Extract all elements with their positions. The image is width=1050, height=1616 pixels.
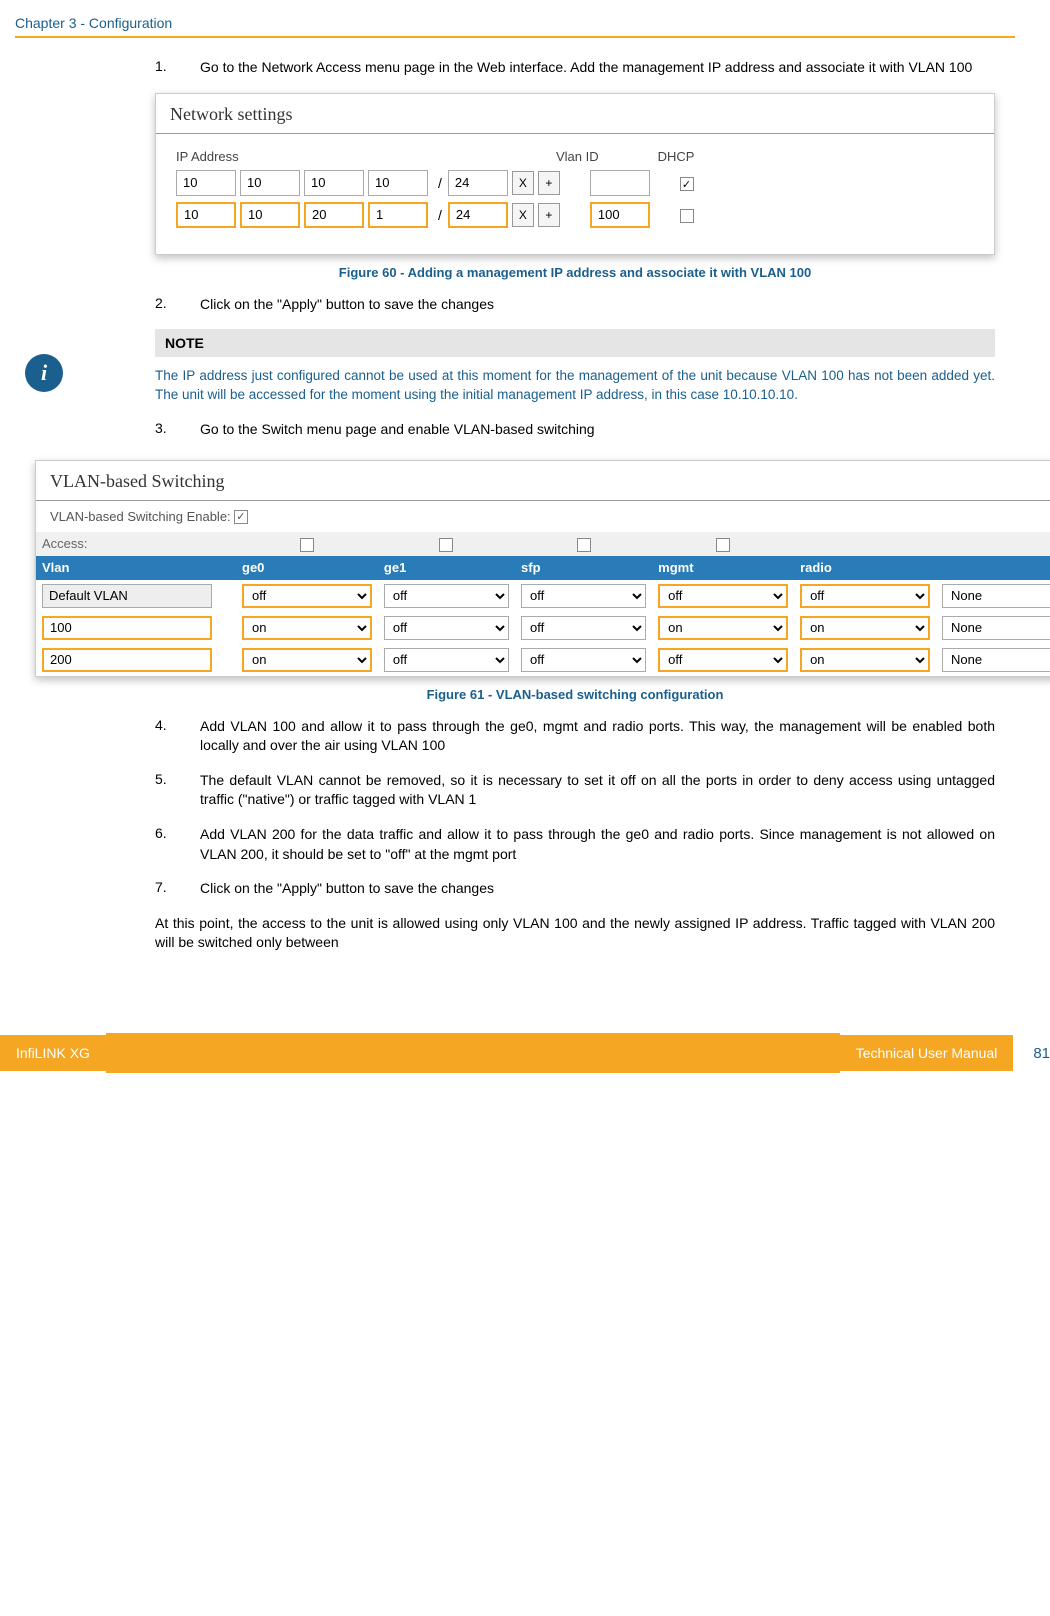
step-2-num: 2.: [155, 295, 200, 315]
step-1-text: Go to the Network Access menu page in th…: [200, 58, 995, 78]
vlan-mgmt-select[interactable]: on: [658, 616, 788, 640]
mask-slash: /: [438, 207, 442, 223]
step-5-num: 5.: [155, 771, 200, 810]
vlan-sfp-select[interactable]: off: [521, 584, 646, 608]
vlan-enable-label: VLAN-based Switching Enable:: [50, 509, 231, 524]
network-settings-title: Network settings: [156, 94, 994, 134]
access-label: Access:: [36, 532, 236, 556]
add-row-button[interactable]: +: [538, 203, 560, 227]
ip-octet-2[interactable]: [240, 170, 300, 196]
ip-address-label: IP Address: [176, 149, 556, 164]
ip-octet-3[interactable]: [304, 170, 364, 196]
access-mgmt-checkbox[interactable]: [716, 538, 730, 552]
vlan-ge0-select[interactable]: on: [242, 616, 372, 640]
remove-row-button[interactable]: X: [512, 203, 534, 227]
step-5-text: The default VLAN cannot be removed, so i…: [200, 771, 995, 810]
vlan-ge1-select[interactable]: off: [384, 584, 509, 608]
note-text: The IP address just configured cannot be…: [155, 357, 995, 405]
vlan-enable-checkbox[interactable]: [234, 510, 248, 524]
dhcp-checkbox[interactable]: [680, 209, 694, 223]
add-row-button[interactable]: +: [538, 171, 560, 195]
figure-61-caption: Figure 61 - VLAN-based switching configu…: [155, 687, 995, 702]
vlan-ge0-select[interactable]: on: [242, 648, 372, 672]
vlan-id-input[interactable]: [590, 170, 650, 196]
step-4-num: 4.: [155, 717, 200, 756]
col-vlan: Vlan: [36, 556, 236, 580]
network-settings-panel: Network settings IP Address Vlan ID DHCP…: [155, 93, 995, 255]
ip-octet-4[interactable]: [368, 202, 428, 228]
figure-60-caption: Figure 60 - Adding a management IP addre…: [155, 265, 995, 280]
access-ge1-checkbox[interactable]: [439, 538, 453, 552]
closing-paragraph: At this point, the access to the unit is…: [155, 914, 995, 953]
step-7-text: Click on the "Apply" button to save the …: [200, 879, 995, 899]
ip-octet-1[interactable]: [176, 170, 236, 196]
footer-doc-title: Technical User Manual: [840, 1035, 1014, 1071]
header-rule: [15, 36, 1015, 38]
ip-octet-1[interactable]: [176, 202, 236, 228]
vlan-priority-select[interactable]: None: [942, 584, 1050, 608]
step-2-text: Click on the "Apply" button to save the …: [200, 295, 995, 315]
vlan-ge1-select[interactable]: off: [384, 616, 509, 640]
vlan-name-input[interactable]: [42, 584, 212, 608]
ip-octet-2[interactable]: [240, 202, 300, 228]
step-1-num: 1.: [155, 58, 200, 78]
dhcp-checkbox[interactable]: [680, 177, 694, 191]
note-title: NOTE: [155, 329, 995, 357]
chapter-title: Chapter 3 - Configuration: [15, 15, 1015, 31]
step-6-text: Add VLAN 200 for the data traffic and al…: [200, 825, 995, 864]
vlan-panel-title: VLAN-based Switching: [36, 461, 1050, 501]
vlan-mgmt-select[interactable]: off: [658, 648, 788, 672]
vlan-mgmt-select[interactable]: off: [658, 584, 788, 608]
col-sfp: sfp: [515, 556, 652, 580]
info-icon: i: [25, 354, 63, 392]
col-ge0: ge0: [236, 556, 378, 580]
mask-slash: /: [438, 175, 442, 191]
access-sfp-checkbox[interactable]: [577, 538, 591, 552]
mask-input[interactable]: [448, 170, 508, 196]
col-mgmt: mgmt: [652, 556, 794, 580]
mask-input[interactable]: [448, 202, 508, 228]
remove-row-button[interactable]: X: [512, 171, 534, 195]
col-ge1: ge1: [378, 556, 515, 580]
page-number: 81: [1033, 1045, 1050, 1062]
access-ge0-checkbox[interactable]: [300, 538, 314, 552]
vlan-ge1-select[interactable]: off: [384, 648, 509, 672]
dhcp-label: DHCP: [646, 149, 706, 164]
step-3-text: Go to the Switch menu page and enable VL…: [200, 420, 995, 440]
vlan-id-input[interactable]: [590, 202, 650, 228]
vlan-radio-select[interactable]: on: [800, 648, 930, 672]
page-footer: InfiLINK XG Technical User Manual 81: [0, 1033, 1050, 1073]
step-4-text: Add VLAN 100 and allow it to pass throug…: [200, 717, 995, 756]
vlan-sfp-select[interactable]: off: [521, 616, 646, 640]
vlan-id-label: Vlan ID: [556, 149, 646, 164]
step-7-num: 7.: [155, 879, 200, 899]
vlan-ge0-select[interactable]: off: [242, 584, 372, 608]
step-3-num: 3.: [155, 420, 200, 440]
ip-octet-4[interactable]: [368, 170, 428, 196]
vlan-priority-select[interactable]: None: [942, 648, 1050, 672]
col-radio: radio: [794, 556, 936, 580]
priority-label: Priority: [936, 532, 1050, 556]
step-6-num: 6.: [155, 825, 200, 864]
footer-product: InfiLINK XG: [0, 1035, 106, 1071]
vlan-name-input[interactable]: [42, 648, 212, 672]
vlan-radio-select[interactable]: off: [800, 584, 930, 608]
vlan-radio-select[interactable]: on: [800, 616, 930, 640]
vlan-name-input[interactable]: [42, 616, 212, 640]
ip-octet-3[interactable]: [304, 202, 364, 228]
vlan-switching-panel: VLAN-based Switching VLAN-based Switchin…: [35, 460, 1050, 677]
vlan-sfp-select[interactable]: off: [521, 648, 646, 672]
vlan-priority-select[interactable]: None: [942, 616, 1050, 640]
